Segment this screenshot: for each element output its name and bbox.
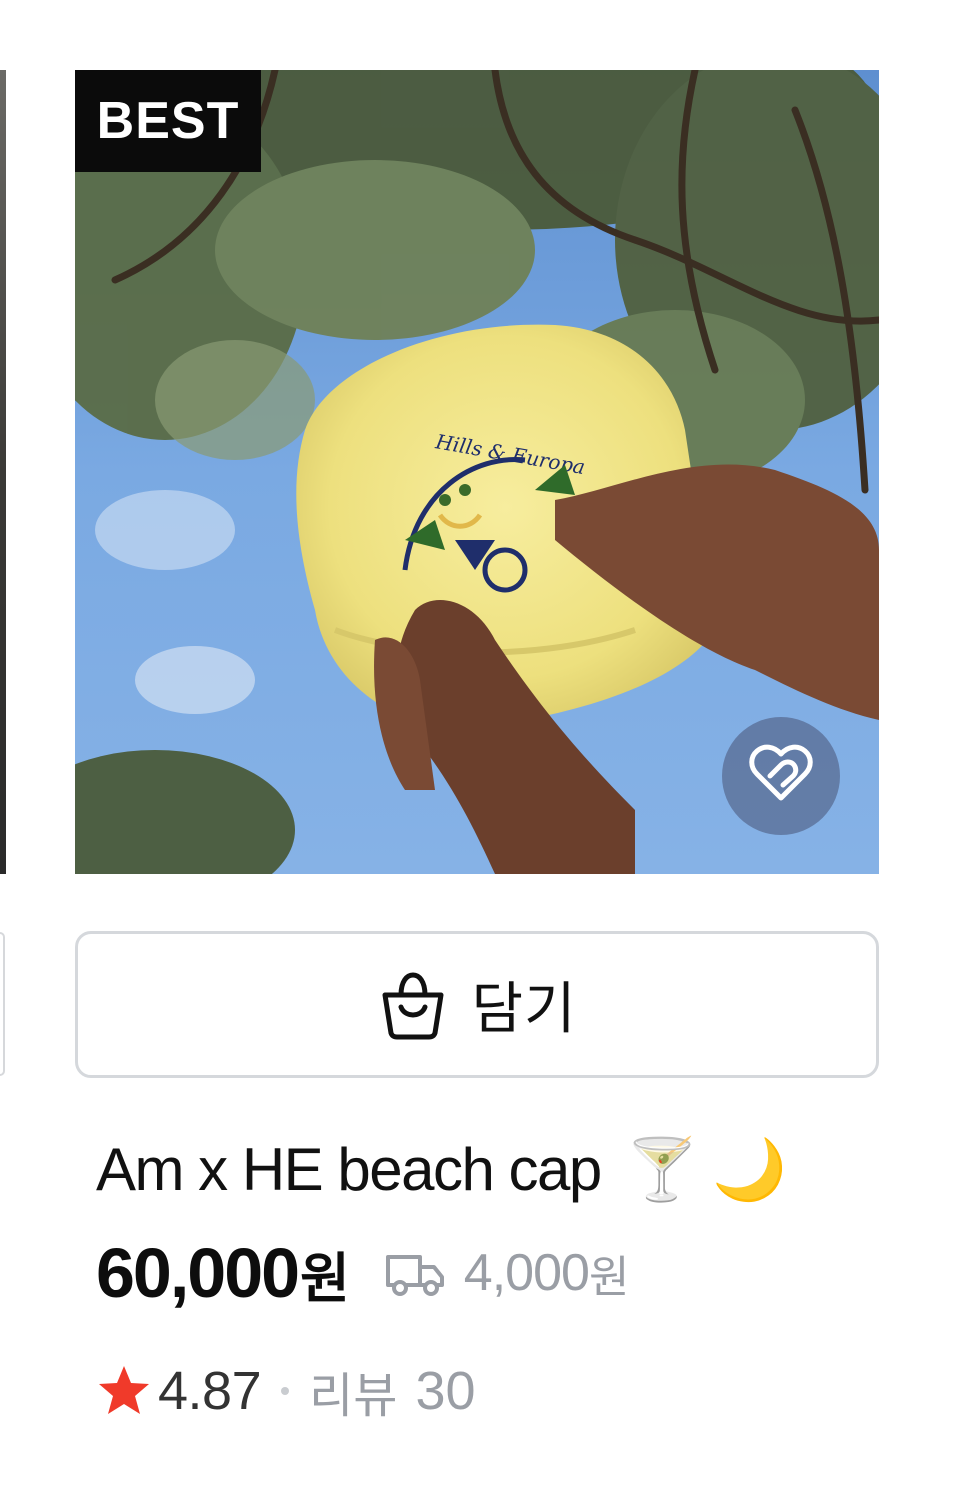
separator-dot <box>281 1387 290 1395</box>
price-value: 60,000 <box>96 1234 300 1312</box>
previous-card-image-edge <box>0 70 6 874</box>
shopping-bag-icon <box>382 971 444 1039</box>
rating-value: 4.87 <box>158 1361 262 1421</box>
best-badge: BEST <box>75 70 261 172</box>
product-name[interactable]: Am x HE beach cap 🍸 🌙 <box>96 1128 787 1210</box>
heart-outline-icon <box>749 744 813 801</box>
martini-emoji: 🍸 <box>624 1134 700 1205</box>
price-unit: 원 <box>300 1246 350 1310</box>
wishlist-button[interactable] <box>722 717 840 835</box>
price-row: 60,000 원 4,000 원 <box>96 1230 629 1316</box>
shipping-fee: 4,000 원 <box>384 1241 630 1305</box>
shipping-fee-value: 4,000 <box>463 1244 590 1302</box>
product-name-text: Am x HE beach cap <box>96 1135 602 1203</box>
add-to-cart-button[interactable]: 담기 <box>75 931 879 1078</box>
delivery-truck-icon <box>385 1255 444 1296</box>
star-icon <box>99 1366 149 1414</box>
product-name-emoji: 🍸 🌙 <box>624 1134 787 1205</box>
shipping-fee-unit: 원 <box>588 1252 630 1303</box>
moon-emoji: 🌙 <box>711 1134 787 1205</box>
rating-row[interactable]: 4.87 리뷰 30 <box>96 1355 476 1427</box>
product-image[interactable]: Hills & Europa BEST <box>75 70 879 874</box>
review-count: 30 <box>415 1361 476 1421</box>
previous-card-button-edge <box>0 932 5 1076</box>
review-label: 리뷰 <box>309 1368 398 1424</box>
add-to-cart-label: 담기 <box>471 977 577 1042</box>
